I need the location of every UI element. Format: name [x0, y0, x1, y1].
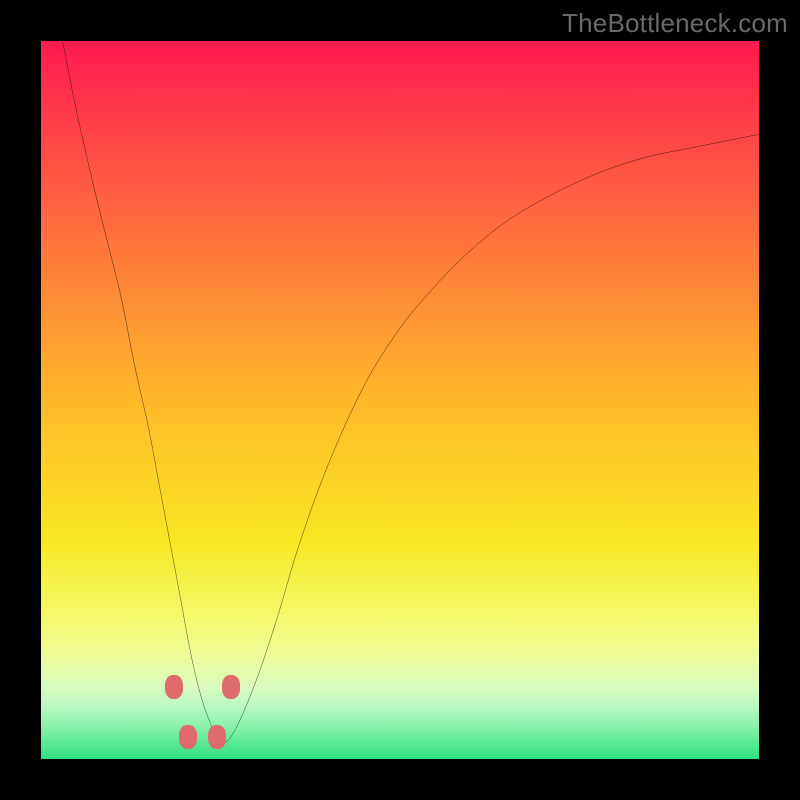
curve-marker [208, 725, 226, 749]
curve-marker [222, 675, 240, 699]
watermark-text: TheBottleneck.com [562, 8, 788, 39]
chart-frame: TheBottleneck.com [0, 0, 800, 800]
curve-marker [179, 725, 197, 749]
curve-marker [165, 675, 183, 699]
curve-markers [41, 41, 759, 759]
plot-area [41, 41, 759, 759]
